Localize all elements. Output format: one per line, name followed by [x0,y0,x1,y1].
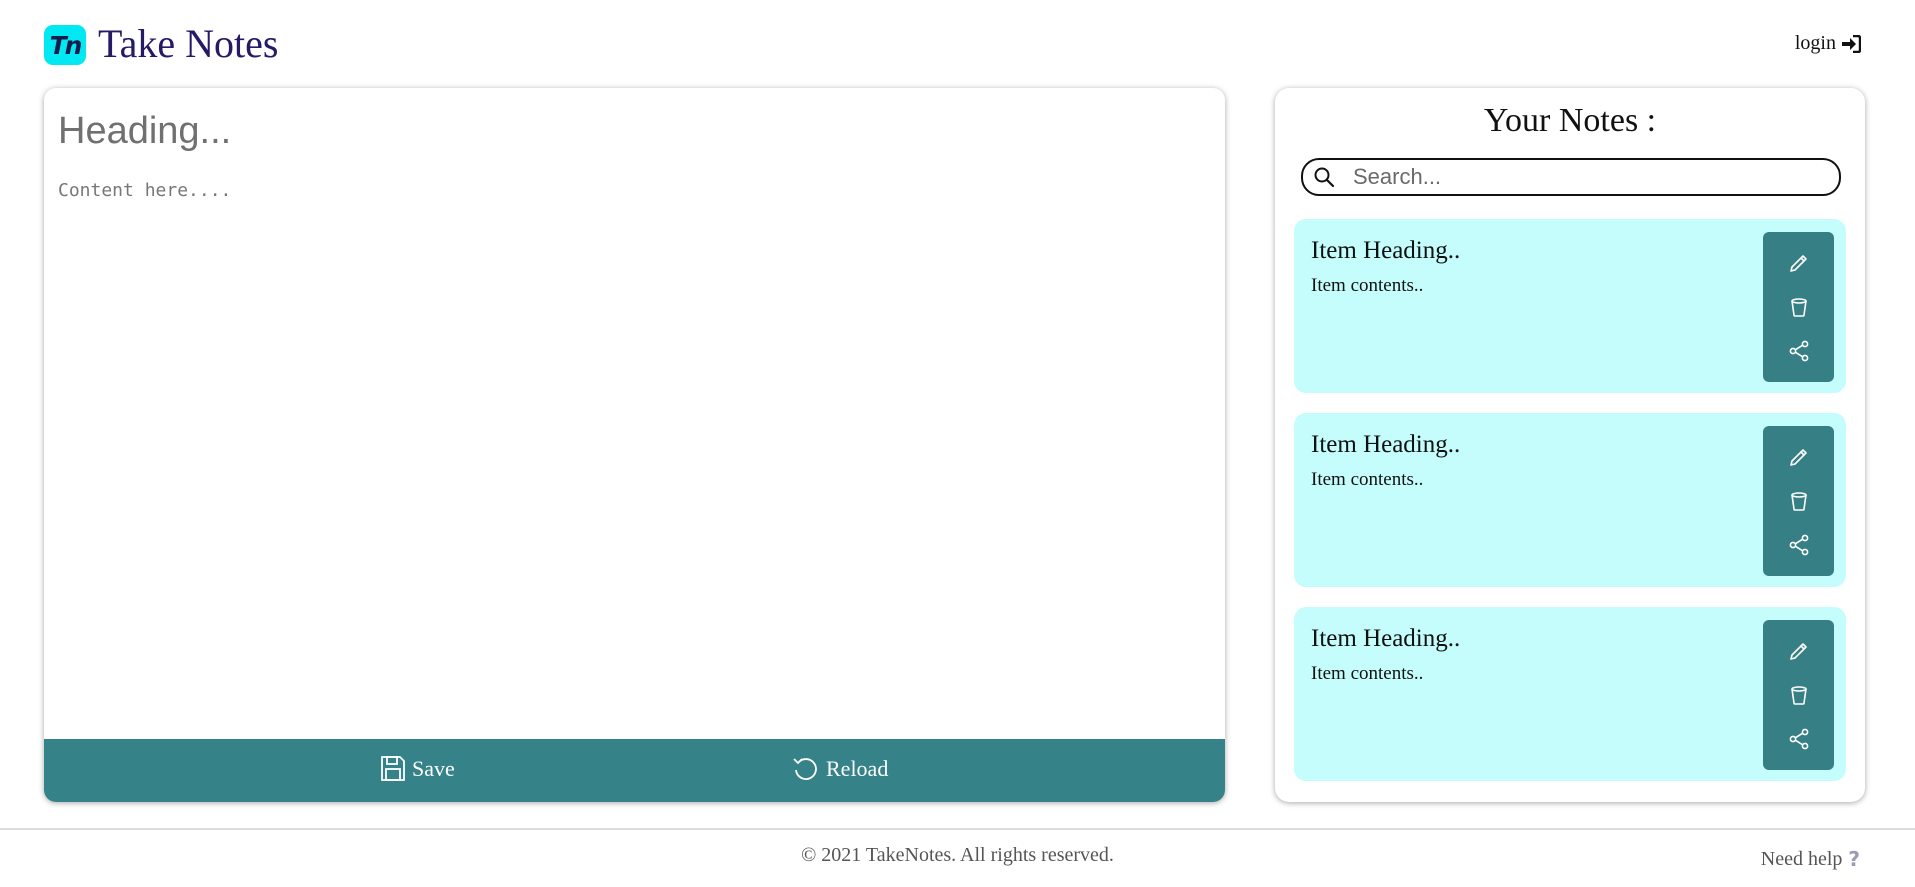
app-logo[interactable]: Tn [44,25,86,65]
reload-icon [793,758,817,780]
pencil-icon [1789,255,1807,272]
search-icon [1313,166,1335,188]
help-label: Need help [1760,847,1843,870]
search-input[interactable] [1351,163,1825,191]
edit-button[interactable] [1763,439,1834,475]
notes-title: Your Notes : [1483,102,1657,139]
note-item[interactable]: Item Heading.. Item contents.. [1294,413,1846,587]
pencil-icon [1789,643,1807,660]
note-item[interactable]: Item Heading.. Item contents.. [1294,219,1846,393]
copyright-text: © 2021 TakeNotes. All rights reserved. [801,844,1114,866]
delete-button[interactable] [1763,289,1834,325]
help-link[interactable]: Need help ? [1761,847,1860,871]
note-item-actions [1763,426,1834,576]
floppy-disk-icon [381,756,405,781]
content-input[interactable] [58,180,1208,700]
delete-button[interactable] [1763,677,1834,713]
share-icon [1789,340,1808,362]
note-item-heading: Item Heading.. [1311,431,1461,458]
question-mark-icon: ? [1848,847,1860,871]
trash-icon [1790,298,1807,317]
note-item-content: Item contents.. [1311,469,1424,490]
login-button[interactable]: login [1795,32,1861,55]
note-item-actions [1763,620,1834,770]
trash-icon [1790,492,1807,511]
note-item[interactable]: Item Heading.. Item contents.. [1294,607,1846,781]
share-button[interactable] [1763,721,1834,757]
note-item-heading: Item Heading.. [1311,625,1461,652]
search-box[interactable] [1301,158,1841,196]
pencil-icon [1789,449,1807,466]
reload-label: Reload [826,756,889,781]
delete-button[interactable] [1763,483,1834,519]
share-button[interactable] [1763,333,1834,369]
app-title[interactable]: Take Notes [98,21,278,67]
trash-icon [1790,686,1807,705]
edit-button[interactable] [1763,633,1834,669]
header: Tn Take Notes login [0,0,1915,88]
edit-button[interactable] [1763,245,1834,281]
notes-panel: Your Notes : Item Heading.. Item content… [1275,88,1865,802]
sign-in-icon [1842,34,1861,53]
save-label: Save [412,755,455,781]
reload-button[interactable]: Reload [792,755,888,783]
editor-toolbar: Save Reload [44,739,1225,802]
share-icon [1789,728,1808,750]
note-editor: Save Reload [44,88,1225,802]
login-label: login [1794,32,1836,54]
note-item-heading: Item Heading.. [1311,237,1461,264]
share-button[interactable] [1763,527,1834,563]
note-item-content: Item contents.. [1311,663,1424,684]
footer-divider [0,828,1915,830]
note-item-actions [1763,232,1834,382]
save-button[interactable]: Save [380,755,455,782]
note-item-content: Item contents.. [1311,275,1424,296]
heading-input[interactable] [58,106,1198,156]
share-icon [1789,534,1808,556]
